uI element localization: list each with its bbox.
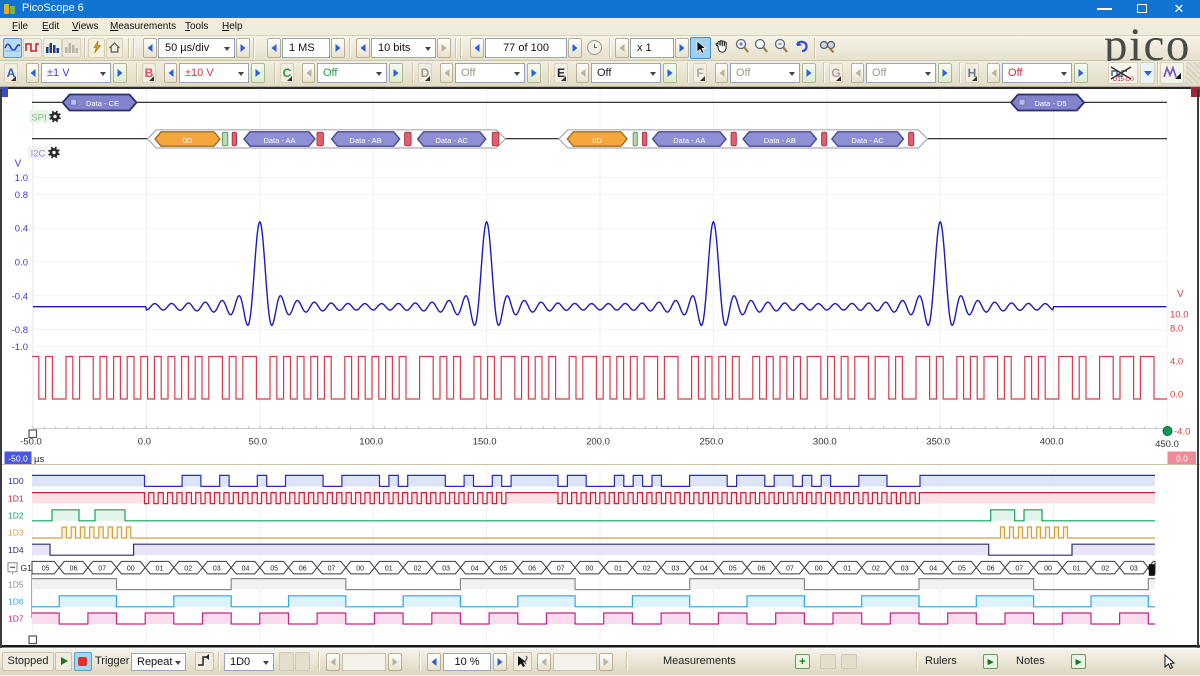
svg-text:100.0: 100.0 [359,437,383,448]
svg-text:V: V [1177,289,1184,300]
svg-text:06: 06 [299,566,307,573]
svg-text:Data - D5: Data - D5 [1034,99,1066,108]
svg-text:0D: 0D [183,136,193,145]
svg-text:05: 05 [270,566,278,573]
svg-text:06: 06 [987,566,995,573]
svg-text:05: 05 [729,566,737,573]
svg-text:03: 03 [672,566,680,573]
svg-text:05: 05 [42,566,50,573]
svg-text:1D4: 1D4 [8,545,24,555]
svg-text:SPI: SPI [31,113,46,124]
svg-text:03: 03 [213,566,221,573]
svg-text:1D3: 1D3 [8,528,24,538]
svg-text:8.0: 8.0 [1170,324,1183,335]
svg-text:02: 02 [1101,566,1109,573]
svg-text:05: 05 [958,566,966,573]
svg-text:1D2: 1D2 [8,511,24,521]
svg-text:01: 01 [156,566,164,573]
svg-text:07: 07 [328,566,336,573]
svg-text:4.0: 4.0 [1170,357,1183,368]
svg-text:200.0: 200.0 [586,437,610,448]
svg-text:03: 03 [442,566,450,573]
svg-text:0.8: 0.8 [15,190,28,201]
svg-text:G1: G1 [21,563,33,573]
svg-text:00: 00 [586,566,594,573]
svg-text:04: 04 [700,566,708,573]
svg-text:00: 00 [815,566,823,573]
svg-text:04: 04 [929,566,937,573]
svg-text:Data - AA: Data - AA [263,136,295,145]
svg-text:-50.0: -50.0 [20,437,42,448]
svg-text:07: 07 [786,566,794,573]
svg-text:07: 07 [1015,566,1023,573]
svg-text:03: 03 [1130,566,1138,573]
svg-text:1.0: 1.0 [15,173,28,184]
svg-text:05: 05 [500,566,508,573]
svg-text:00: 00 [127,566,135,573]
svg-text:1D5: 1D5 [8,579,24,589]
svg-text:1D1: 1D1 [8,493,24,503]
svg-text:1D6: 1D6 [8,597,24,607]
svg-text:00: 00 [356,566,364,573]
svg-text:0.0: 0.0 [15,258,28,269]
svg-text:03: 03 [901,566,909,573]
svg-text:0.0: 0.0 [1176,454,1188,464]
svg-text:0.0: 0.0 [1170,390,1183,401]
svg-text:Data - AC: Data - AC [435,136,468,145]
svg-text:01: 01 [385,566,393,573]
svg-text:250.0: 250.0 [700,437,724,448]
svg-text:-1.0: -1.0 [12,342,28,353]
svg-text:0D: 0D [592,136,602,145]
svg-text:07: 07 [98,566,106,573]
svg-text:00: 00 [1044,566,1052,573]
svg-text:-4.0: -4.0 [1174,427,1190,438]
svg-text:06: 06 [528,566,536,573]
svg-text:0.4: 0.4 [15,224,28,235]
svg-text:06: 06 [70,566,78,573]
svg-text:02: 02 [643,566,651,573]
svg-text:01: 01 [843,566,851,573]
svg-text:Data - AC: Data - AC [851,136,884,145]
svg-text:Data - CE: Data - CE [86,99,119,108]
svg-text:150.0: 150.0 [473,437,497,448]
svg-text:400.0: 400.0 [1040,437,1064,448]
svg-text:I2C: I2C [31,149,46,160]
svg-text:300.0: 300.0 [813,437,837,448]
svg-text:02: 02 [414,566,422,573]
svg-text:Data - AB: Data - AB [764,136,796,145]
svg-text:0.0: 0.0 [138,437,151,448]
svg-text:450.0: 450.0 [1155,439,1179,450]
svg-text:10.0: 10.0 [1170,310,1189,321]
svg-text:-0.4: -0.4 [12,291,28,302]
svg-text:V: V [15,159,22,170]
svg-text:02: 02 [872,566,880,573]
svg-text:350.0: 350.0 [926,437,950,448]
svg-text:-0.8: -0.8 [12,325,28,336]
svg-text:02: 02 [184,566,192,573]
svg-text:D15-D0: D15-D0 [1113,77,1134,83]
svg-text:µs: µs [34,454,44,465]
svg-text:1D0: 1D0 [8,476,24,486]
svg-text:04: 04 [471,566,479,573]
svg-text:1D7: 1D7 [8,614,24,624]
svg-text:Data - AB: Data - AB [350,136,382,145]
svg-text:01: 01 [614,566,622,573]
svg-text:04: 04 [242,566,250,573]
svg-text:07: 07 [557,566,565,573]
svg-text:01: 01 [1073,566,1081,573]
svg-text:-50.0: -50.0 [8,454,28,464]
svg-text:Data - AA: Data - AA [673,136,705,145]
svg-text:06: 06 [758,566,766,573]
svg-text:50.0: 50.0 [249,437,268,448]
